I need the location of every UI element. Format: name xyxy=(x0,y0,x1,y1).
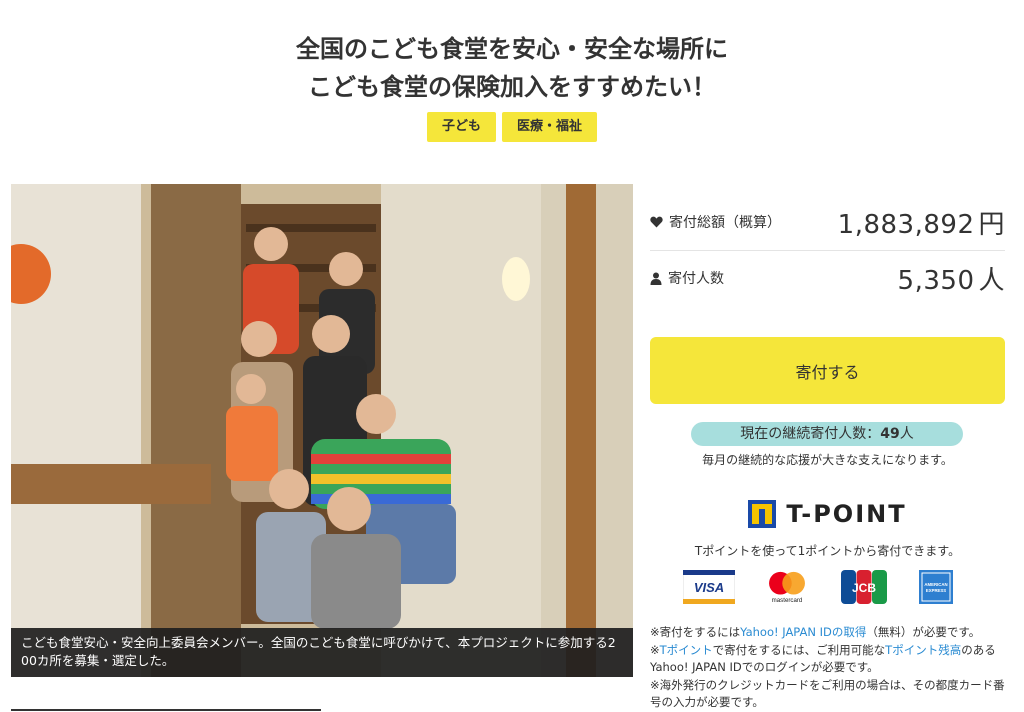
donation-notes: ※寄付をするにはYahoo! JAPAN IDの取得（無料）が必要です。 ※Tポ… xyxy=(650,624,1010,712)
donor-count-unit: 人 xyxy=(978,265,1005,296)
stats-divider xyxy=(650,250,1005,251)
tag-children[interactable]: 子ども xyxy=(426,112,496,142)
svg-text:mastercard: mastercard xyxy=(772,597,803,604)
total-donations-unit: 円 xyxy=(978,209,1005,240)
svg-text:VISA: VISA xyxy=(694,580,724,595)
payment-card-logos: VISA mastercard JCB AMERICAN EXPRESS xyxy=(683,570,973,606)
group-photo-image xyxy=(11,184,633,677)
donor-count-number: 5,350 xyxy=(897,265,975,296)
project-title: 全国のこども食堂を安心・安全な場所に こども食堂の保険加入をすすめたい！ xyxy=(0,30,1024,106)
category-tags: 子ども 医療・福祉 xyxy=(0,112,1024,142)
donor-count-value: 5,350 人 xyxy=(898,260,1005,297)
person-icon xyxy=(650,272,662,285)
tpoint-logo-text: T-POINT xyxy=(786,500,907,528)
heart-icon xyxy=(650,216,663,228)
note-overseas-card: ※海外発行のクレジットカードをご利用の場合は、その都度カード番号の入力が必要です… xyxy=(650,677,1005,710)
note-yahoo-id: ※寄付をするにはYahoo! JAPAN IDの取得（無料）が必要です。 xyxy=(650,625,981,639)
svg-text:AMERICAN: AMERICAN xyxy=(924,582,947,587)
donor-count-label-text: 寄付人数 xyxy=(668,271,724,287)
project-title-line1: 全国のこども食堂を安心・安全な場所に xyxy=(296,35,728,63)
svg-text:EXPRESS: EXPRESS xyxy=(926,588,946,593)
total-donations-row: 寄付総額（概算） 1,883,892 円 xyxy=(650,202,1005,242)
continuous-donors-badge: 現在の継続寄付人数：49人 xyxy=(691,422,963,446)
donor-count-label: 寄付人数 xyxy=(650,268,724,288)
total-donations-label-text: 寄付総額（概算） xyxy=(669,215,781,231)
yahoo-id-link[interactable]: Yahoo! JAPAN IDの取得 xyxy=(740,625,866,639)
continuous-support-note: 毎月の継続的な応援が大きな支えになります。 xyxy=(702,453,953,467)
tpoint-balance-link[interactable]: Tポイント残高 xyxy=(885,643,961,657)
tpoint-note: Tポイントを使って1ポイントから寄付できます。 xyxy=(694,544,961,558)
continuous-donors-count: 49 xyxy=(880,426,900,442)
photo-caption: こども食堂安心・安全向上委員会メンバー。全国のこども食堂に呼びかけて、本プロジェ… xyxy=(11,628,633,677)
photo-caption-line2: 00カ所を募集・選定した。 xyxy=(21,653,175,668)
tpoint-link[interactable]: Tポイント xyxy=(660,643,713,657)
jcb-icon: JCB xyxy=(841,570,887,604)
donate-button[interactable]: 寄付する xyxy=(650,337,1005,404)
continuous-donors-unit: 人 xyxy=(899,426,914,442)
donor-count-row: 寄付人数 5,350 人 xyxy=(650,258,1005,298)
total-donations-label: 寄付総額（概算） xyxy=(650,212,781,232)
visa-icon: VISA xyxy=(683,570,735,604)
amex-icon: AMERICAN EXPRESS xyxy=(919,570,953,604)
project-title-line2: こども食堂の保険加入をすすめたい！ xyxy=(308,73,716,101)
total-donations-amount: 1,883,892 xyxy=(837,209,975,240)
tpoint-logo-block: T-POINT xyxy=(650,500,1005,528)
tag-medical-welfare[interactable]: 医療・福祉 xyxy=(502,112,598,142)
photo-caption-line1: こども食堂安心・安全向上委員会メンバー。全国のこども食堂に呼びかけて、本プロジェ… xyxy=(21,635,616,650)
section-divider xyxy=(11,709,321,711)
note-tpoint: ※Tポイントで寄付をするには、ご利用可能なTポイント残高のあるYahoo! JA… xyxy=(650,642,996,675)
mastercard-icon: mastercard xyxy=(769,571,805,604)
total-donations-value: 1,883,892 円 xyxy=(838,204,1005,241)
tpoint-logo-icon xyxy=(748,500,777,528)
svg-text:JCB: JCB xyxy=(852,581,876,595)
continuous-donors-prefix: 現在の継続寄付人数： xyxy=(740,426,881,442)
project-photo: こども食堂安心・安全向上委員会メンバー。全国のこども食堂に呼びかけて、本プロジェ… xyxy=(11,184,633,677)
